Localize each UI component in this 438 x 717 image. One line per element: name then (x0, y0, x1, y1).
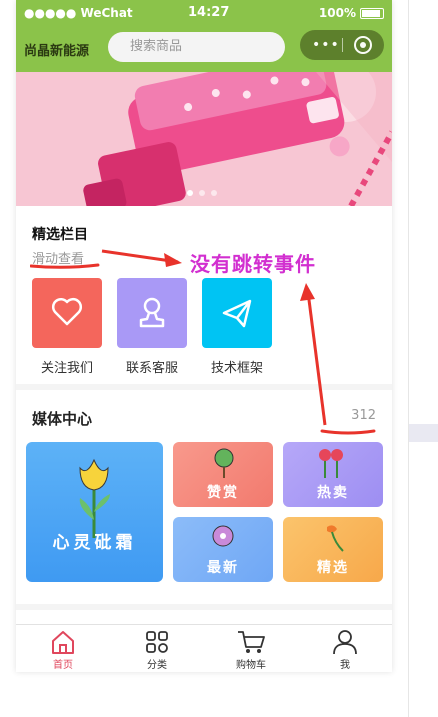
annotation-overlay (101, 249, 327, 426)
annotation-text: 没有跳转事件 (190, 252, 316, 276)
